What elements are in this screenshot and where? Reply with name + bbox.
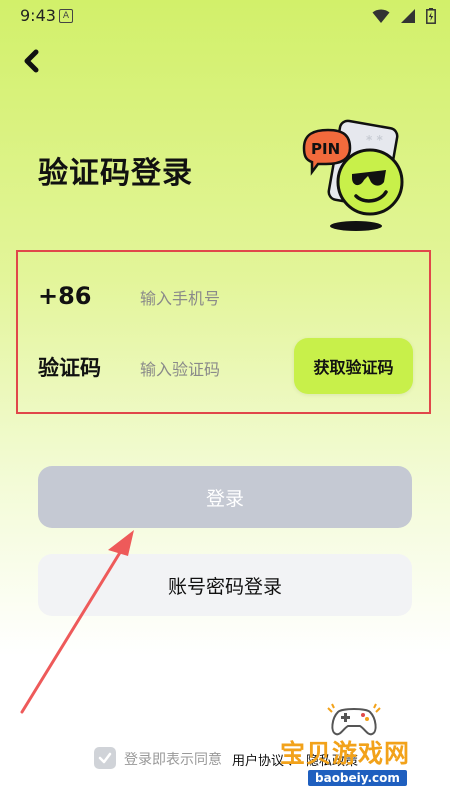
- phone-input[interactable]: [138, 282, 402, 314]
- signal-icon: [400, 9, 415, 23]
- mascot-illustration: * * PIN: [300, 118, 418, 236]
- account-password-login-button[interactable]: 账号密码登录: [38, 554, 412, 616]
- svg-text:* *: * *: [366, 133, 383, 147]
- login-form: +86 验证码 获取验证码: [16, 250, 431, 414]
- get-code-button[interactable]: 获取验证码: [294, 338, 413, 394]
- agreement-text: 登录即表示同意: [124, 752, 222, 768]
- watermark-title: 宝贝游戏网: [280, 739, 411, 768]
- code-input[interactable]: [138, 353, 292, 385]
- wifi-icon: [372, 9, 390, 23]
- pin-label: PIN: [311, 140, 340, 158]
- back-arrow-icon: [24, 49, 39, 73]
- status-icons: [367, 8, 436, 24]
- status-time: 9:43: [20, 6, 56, 25]
- notification-icon: A: [59, 9, 73, 23]
- gamepad-icon: [327, 703, 381, 736]
- page-title: 验证码登录: [38, 156, 193, 191]
- battery-icon: [426, 8, 436, 24]
- country-code-prefix[interactable]: +86: [38, 282, 92, 310]
- watermark-url: baobeiy.com: [308, 770, 407, 786]
- watermark: 宝贝游戏网 baobeiy.com: [272, 700, 442, 792]
- status-bar: 9:43 A: [0, 0, 450, 32]
- check-icon: [98, 752, 112, 764]
- back-button[interactable]: [18, 46, 48, 76]
- mascot-icon: * * PIN: [302, 119, 404, 231]
- login-button[interactable]: 登录: [38, 466, 412, 528]
- agree-checkbox[interactable]: [94, 747, 116, 769]
- code-label: 验证码: [38, 356, 101, 380]
- login-screen: 9:43 A 验证码登录 * * PIN +86 验证码 获取验证码: [0, 0, 450, 800]
